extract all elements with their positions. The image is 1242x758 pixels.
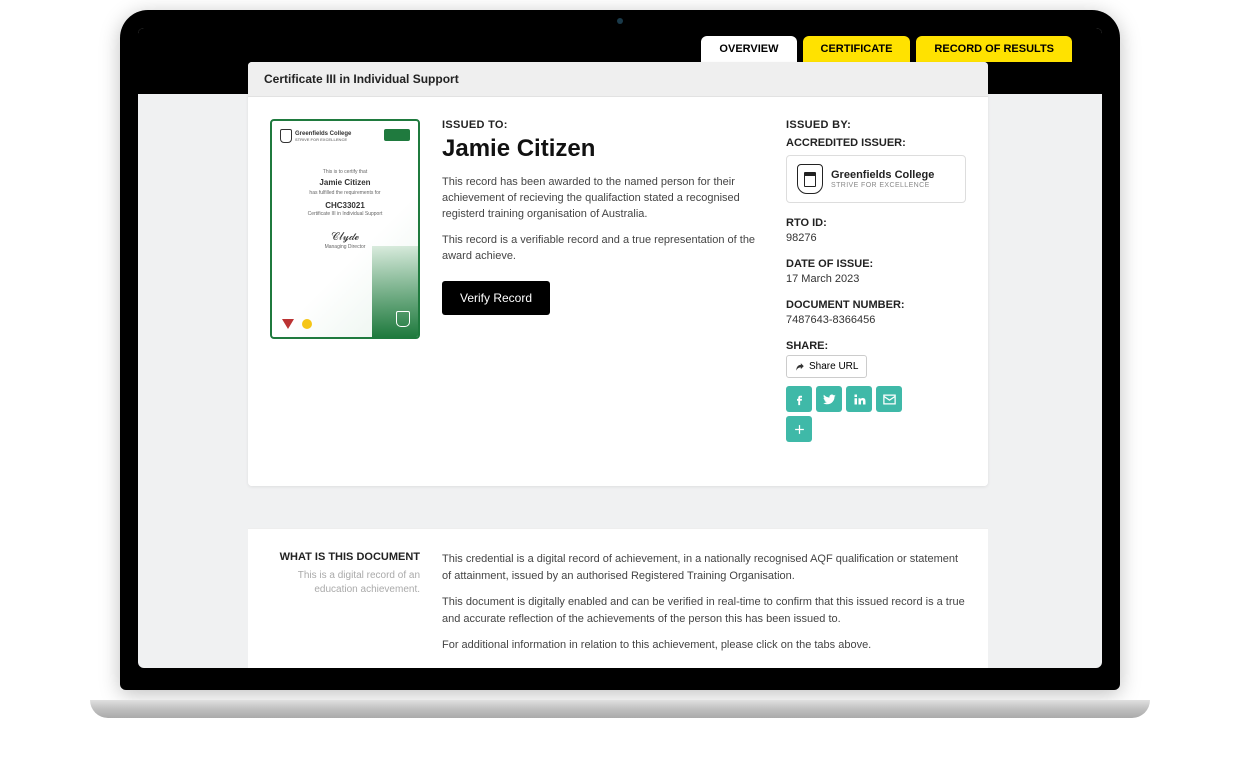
footer-paragraph-1: This credential is a digital record of a… [442,551,966,584]
share-facebook-button[interactable] [786,386,812,412]
cert-preview-issuer: Greenfields College [295,131,351,137]
shield-icon [280,129,292,143]
date-of-issue-label: DATE OF ISSUE: [786,258,966,270]
footer-paragraph-2: This document is digitally enabled and c… [442,594,966,627]
laptop-camera-icon [617,18,623,24]
footer-heading: WHAT IS THIS DOCUMENT [270,551,420,563]
issuer-name: Greenfields College [831,169,934,182]
laptop-base [90,700,1150,718]
cert-recipient-name: Jamie Citizen [280,178,410,187]
share-email-button[interactable] [876,386,902,412]
issued-to-section: ISSUED TO: Jamie Citizen This record has… [442,119,764,456]
share-url-label: Share URL [809,361,858,372]
date-of-issue-value: 17 March 2023 [786,273,966,285]
tab-overview[interactable]: OVERVIEW [701,36,796,62]
certificate-thumbnail: Greenfields College STRIVE FOR EXCELLENC… [270,119,420,339]
triangle-icon [282,319,294,329]
recipient-name: Jamie Citizen [442,135,764,163]
share-more-button[interactable] [786,416,812,442]
share-twitter-button[interactable] [816,386,842,412]
screen: OVERVIEW CERTIFICATE RECORD OF RESULTS C… [138,28,1102,668]
social-buttons [786,386,906,442]
share-arrow-icon [795,362,805,372]
share-linkedin-button[interactable] [846,386,872,412]
rto-id-value: 98276 [786,232,966,244]
cert-preview-tagline: STRIVE FOR EXCELLENCE [295,137,351,142]
footer-subheading: This is a digital record of an education… [270,569,420,597]
issuer-card[interactable]: Greenfields College STRIVE FOR EXCELLENC… [786,155,966,203]
cert-precode: has fulfilled the requirements for [280,190,410,196]
signature-icon: 𝒞𝓁𝓎𝒹ℯ [280,231,410,244]
share-label: SHARE: [786,340,966,352]
badge-icon [384,129,410,141]
plus-icon [792,422,807,437]
rto-id-label: RTO ID: [786,217,966,229]
issued-by-section: ISSUED BY: ACCREDITED ISSUER: Greenfield… [786,119,966,456]
document-title: Certificate III in Individual Support [248,62,988,97]
tab-record-of-results[interactable]: RECORD OF RESULTS [916,36,1072,62]
what-is-this-section: WHAT IS THIS DOCUMENT This is a digital … [248,528,988,668]
cert-pretext: This is to certify that [280,169,410,175]
issued-by-label: ISSUED BY: [786,119,966,131]
issuer-shield-icon [797,164,823,194]
document-number-value: 7487643-8366456 [786,314,966,326]
certificate-preview[interactable]: Greenfields College STRIVE FOR EXCELLENC… [270,119,420,456]
content-area: Greenfields College STRIVE FOR EXCELLENC… [248,97,988,486]
footer-paragraph-3: For additional information in relation t… [442,637,966,654]
facebook-icon [792,392,807,407]
issued-to-paragraph-1: This record has been awarded to the name… [442,175,764,223]
verify-record-button[interactable]: Verify Record [442,281,550,315]
section-gap [248,508,988,528]
laptop-frame: OVERVIEW CERTIFICATE RECORD OF RESULTS C… [120,10,1120,690]
twitter-icon [822,392,837,407]
document-card: Certificate III in Individual Support Gr… [248,62,988,486]
cert-code: CHC33021 [280,201,410,210]
issued-to-label: ISSUED TO: [442,119,764,131]
shield-outline-icon [396,311,410,327]
decor-panel [372,246,418,337]
accredited-issuer-label: ACCREDITED ISSUER: [786,137,966,149]
tab-bar: OVERVIEW CERTIFICATE RECORD OF RESULTS [701,36,1072,62]
qualifications-icon [302,319,312,329]
linkedin-icon [852,392,867,407]
share-url-button[interactable]: Share URL [786,355,867,378]
cert-code-title: Certificate III in Individual Support [280,211,410,217]
email-icon [882,392,897,407]
issuer-tagline: STRIVE FOR EXCELLENCE [831,182,934,189]
tab-certificate[interactable]: CERTIFICATE [803,36,911,62]
issued-to-paragraph-2: This record is a verifiable record and a… [442,233,764,265]
document-number-label: DOCUMENT NUMBER: [786,299,966,311]
